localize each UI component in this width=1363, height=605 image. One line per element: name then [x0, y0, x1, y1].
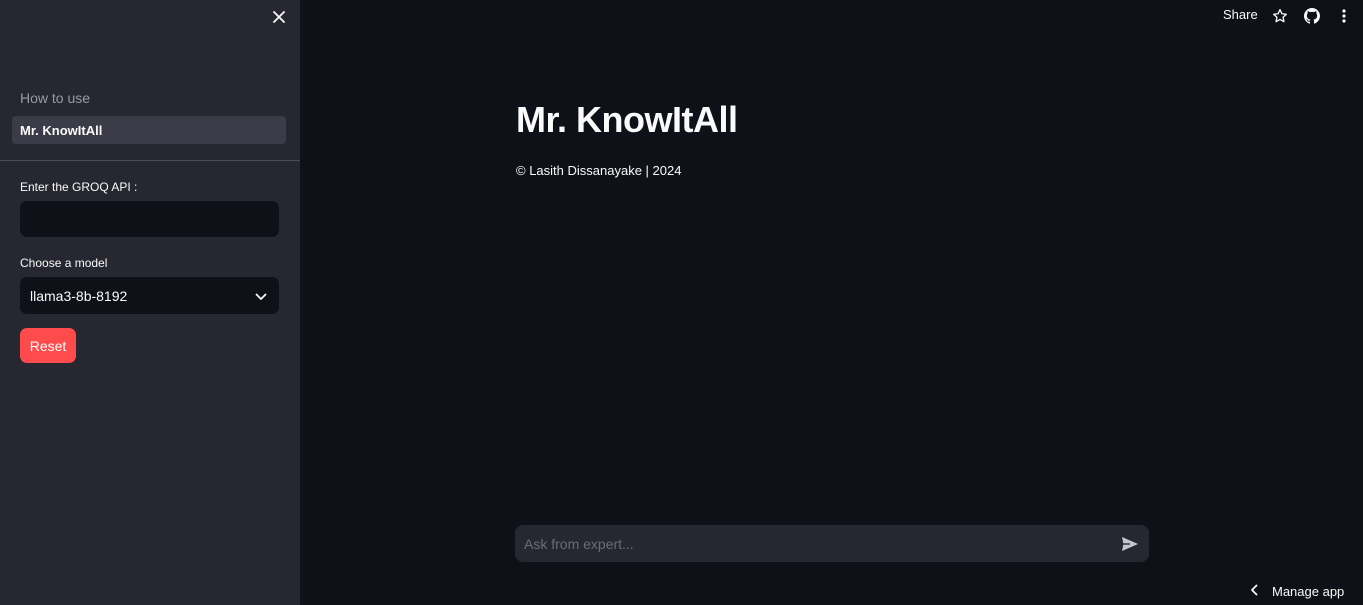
chevron-left-icon: [1250, 584, 1258, 599]
manage-app-button[interactable]: Manage app: [1250, 582, 1344, 600]
model-selected-value: llama3-8b-8192: [30, 287, 128, 304]
copyright-text: © Lasith Dissanayake | 2024: [516, 163, 682, 178]
sidebar-item-mr-knowitall[interactable]: Mr. KnowItAll: [12, 116, 286, 144]
close-icon[interactable]: [268, 6, 290, 28]
chat-input-container: [515, 525, 1149, 562]
share-button[interactable]: Share: [1223, 7, 1258, 22]
chat-input[interactable]: [515, 525, 1105, 562]
sidebar-divider: [0, 160, 300, 161]
reset-button[interactable]: Reset: [20, 328, 76, 363]
more-vertical-icon[interactable]: [1335, 7, 1353, 25]
api-key-input[interactable]: [20, 201, 279, 237]
manage-app-label: Manage app: [1272, 583, 1345, 599]
github-icon[interactable]: [1303, 7, 1321, 25]
api-key-label: Enter the GROQ API :: [20, 180, 138, 194]
sidebar-item-how-to-use[interactable]: How to use: [12, 84, 286, 112]
page-title: Mr. KnowItAll: [516, 99, 738, 140]
model-select[interactable]: llama3-8b-8192: [20, 277, 279, 314]
star-icon[interactable]: [1271, 7, 1289, 25]
model-select-label: Choose a model: [20, 256, 108, 270]
sidebar-item-label: Mr. KnowItAll: [20, 122, 103, 138]
sidebar-item-label: How to use: [20, 90, 91, 106]
chevron-down-icon: [255, 288, 267, 304]
app-root: How to use Mr. KnowItAll Enter the GROQ …: [0, 0, 1363, 605]
send-icon[interactable]: [1119, 533, 1141, 555]
sidebar: How to use Mr. KnowItAll Enter the GROQ …: [0, 0, 300, 605]
